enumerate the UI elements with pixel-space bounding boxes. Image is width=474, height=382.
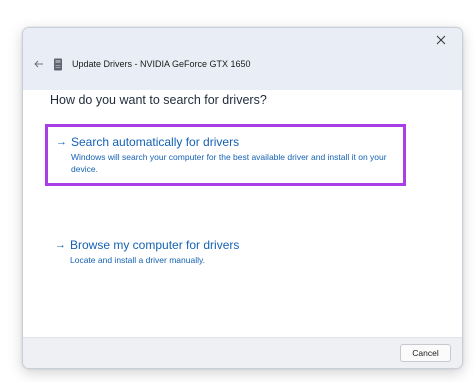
option-header: → Search automatically for drivers	[56, 135, 395, 149]
option-title: Browse my computer for drivers	[70, 238, 240, 252]
dialog-footer: Cancel	[23, 337, 462, 368]
arrow-right-icon: →	[55, 239, 66, 251]
title-row: Update Drivers - NVIDIA GeForce GTX 1650	[23, 54, 462, 74]
title-bar: Update Drivers - NVIDIA GeForce GTX 1650	[23, 28, 462, 90]
screenshot-page: Update Drivers - NVIDIA GeForce GTX 1650…	[0, 0, 474, 382]
arrow-right-icon: →	[56, 136, 67, 148]
close-button[interactable]	[428, 32, 454, 50]
search-automatically-option[interactable]: → Search automatically for drivers Windo…	[45, 124, 406, 186]
dialog-content: How do you want to search for drivers? →…	[23, 90, 462, 338]
option-description: Windows will search your computer for th…	[71, 152, 387, 174]
window-title: Update Drivers - NVIDIA GeForce GTX 1650	[72, 59, 251, 69]
page-heading: How do you want to search for drivers?	[50, 93, 267, 107]
option-title: Search automatically for drivers	[71, 135, 240, 149]
option-header: → Browse my computer for drivers	[55, 238, 396, 252]
close-icon	[436, 35, 446, 45]
back-arrow-icon	[34, 60, 43, 68]
device-chip-icon	[52, 57, 64, 71]
update-drivers-dialog: Update Drivers - NVIDIA GeForce GTX 1650…	[22, 27, 463, 369]
back-button[interactable]	[27, 54, 51, 74]
cancel-button[interactable]: Cancel	[400, 344, 451, 362]
browse-computer-option[interactable]: → Browse my computer for drivers Locate …	[45, 238, 406, 278]
option-description: Locate and install a driver manually.	[70, 255, 205, 265]
